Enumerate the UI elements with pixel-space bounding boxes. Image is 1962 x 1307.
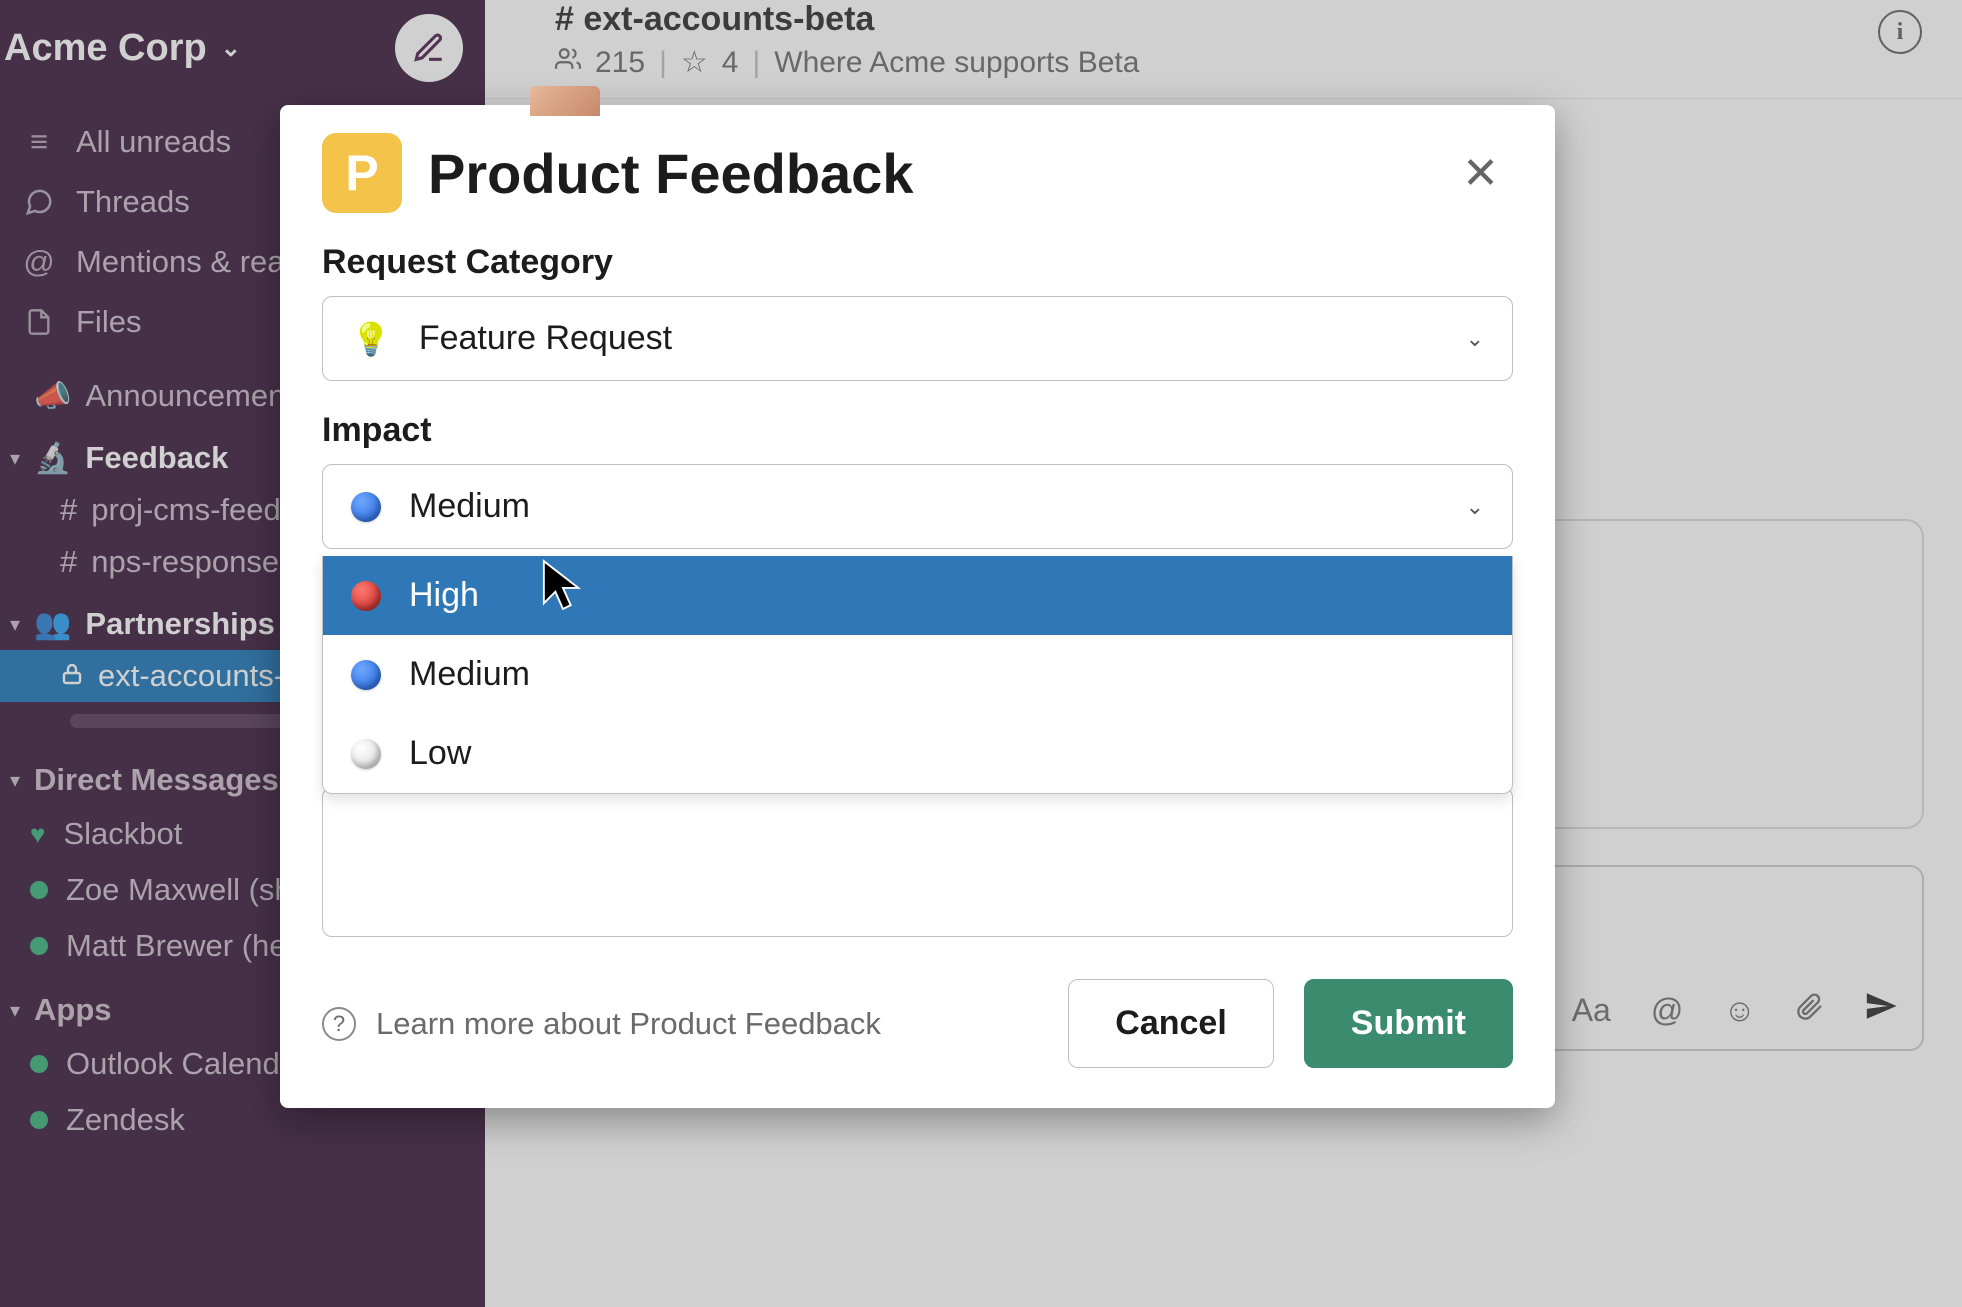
option-label: High: [409, 576, 479, 615]
close-icon: ✕: [1462, 149, 1499, 198]
help-icon: ?: [322, 1007, 356, 1041]
learn-more-link[interactable]: ? Learn more about Product Feedback: [322, 1006, 881, 1042]
impact-option-medium[interactable]: Medium: [323, 635, 1512, 714]
chevron-down-icon: ⌄: [1466, 494, 1484, 520]
blue-dot-icon: [351, 492, 381, 522]
chevron-down-icon: ⌄: [1466, 326, 1484, 352]
impact-select[interactable]: Medium ⌄: [322, 464, 1513, 549]
avatar: [530, 86, 600, 116]
product-feedback-modal: P Product Feedback ✕ Request Category 💡 …: [280, 105, 1555, 1108]
impact-option-low[interactable]: Low: [323, 714, 1512, 793]
option-label: Low: [409, 734, 471, 773]
impact-label: Impact: [322, 411, 1513, 450]
category-value: Feature Request: [419, 319, 672, 358]
modal-title: Product Feedback: [428, 141, 913, 206]
impact-value: Medium: [409, 487, 530, 526]
category-select[interactable]: 💡 Feature Request ⌄: [322, 296, 1513, 381]
impact-dropdown: High Medium Low: [322, 556, 1513, 794]
app-badge: P: [322, 133, 402, 213]
learn-more-text: Learn more about Product Feedback: [376, 1006, 881, 1042]
submit-button[interactable]: Submit: [1304, 979, 1513, 1068]
details-textarea[interactable]: [322, 787, 1513, 937]
close-button[interactable]: ✕: [1448, 140, 1513, 207]
red-dot-icon: [351, 581, 381, 611]
blue-dot-icon: [351, 660, 381, 690]
cancel-button[interactable]: Cancel: [1068, 979, 1274, 1068]
white-dot-icon: [351, 739, 381, 769]
option-label: Medium: [409, 655, 530, 694]
category-label: Request Category: [322, 243, 1513, 282]
impact-option-high[interactable]: High: [323, 556, 1512, 635]
lightbulb-icon: 💡: [351, 320, 391, 358]
badge-letter: P: [345, 144, 378, 202]
